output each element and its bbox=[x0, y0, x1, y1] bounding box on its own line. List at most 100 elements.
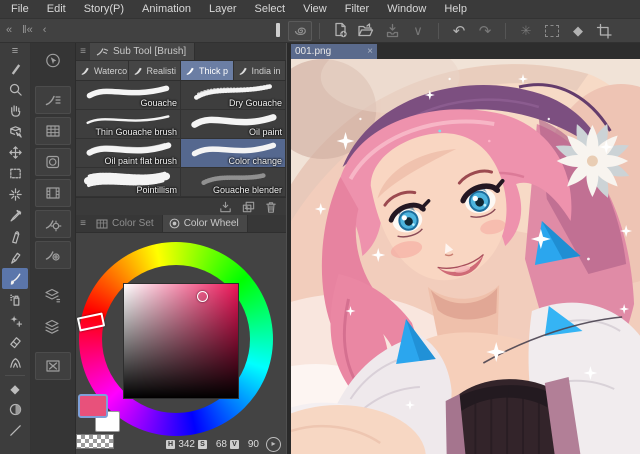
clear-button[interactable]: ✳ bbox=[513, 21, 539, 41]
saturation-value-square[interactable] bbox=[124, 284, 238, 398]
main-color-swatch[interactable] bbox=[78, 394, 108, 418]
brush-item-color-change[interactable]: Color change bbox=[181, 139, 286, 168]
menu-layer[interactable]: Layer bbox=[200, 2, 246, 16]
tool-fill[interactable]: ◆ bbox=[2, 378, 28, 399]
tool-property-panel-button[interactable] bbox=[35, 210, 71, 238]
undo-button[interactable]: ↶ bbox=[446, 21, 472, 41]
menu-file[interactable]: File bbox=[2, 2, 38, 16]
new-document-button[interactable] bbox=[327, 21, 353, 41]
redo-button[interactable]: ↷ bbox=[472, 21, 498, 41]
menu-edit[interactable]: Edit bbox=[38, 2, 75, 16]
collapse-panels-icon[interactable]: « bbox=[6, 25, 12, 36]
layers-panel-button[interactable] bbox=[35, 312, 71, 340]
sub-tool-panel-button[interactable] bbox=[35, 86, 71, 114]
toolbar-drag-handle[interactable] bbox=[276, 23, 280, 37]
color-set-panel-button[interactable] bbox=[35, 117, 71, 145]
menu-help[interactable]: Help bbox=[435, 2, 476, 16]
menu-filter[interactable]: Filter bbox=[336, 2, 378, 16]
tool-zoom[interactable] bbox=[2, 79, 28, 100]
sub-tool-panel: ≡ Sub Tool [Brush] Waterco Realisti bbox=[76, 43, 286, 215]
menu-window[interactable]: Window bbox=[378, 2, 435, 16]
brush-item-gouache[interactable]: Gouache bbox=[76, 81, 181, 110]
menu-view[interactable]: View bbox=[294, 2, 336, 16]
tool-airbrush[interactable] bbox=[2, 289, 28, 310]
tab-label: India in bbox=[252, 66, 281, 76]
tab-label: Color Set bbox=[112, 218, 154, 229]
film-strip-icon bbox=[44, 185, 62, 201]
collapse-arrow-icon[interactable]: ‹ bbox=[43, 25, 47, 36]
tool-decoration[interactable] bbox=[2, 310, 28, 331]
tool-divider bbox=[5, 375, 25, 376]
close-tab-icon[interactable]: × bbox=[367, 46, 373, 57]
import-sub-tool-icon[interactable] bbox=[218, 200, 233, 214]
deselect-button[interactable] bbox=[539, 21, 565, 41]
brush-item-gouache-blender[interactable]: Gouache blender bbox=[181, 168, 286, 197]
tool-brush[interactable] bbox=[2, 268, 28, 289]
delete-sub-tool-icon[interactable] bbox=[264, 200, 278, 214]
tool-auto-select[interactable] bbox=[2, 184, 28, 205]
tool-operation[interactable] bbox=[2, 58, 28, 79]
tool-palette-menu-icon[interactable]: ≡ bbox=[12, 44, 18, 58]
brush-group-tabs: Waterco Realisti Thick p India in bbox=[76, 61, 286, 81]
sv-cursor[interactable] bbox=[197, 291, 208, 302]
document-tab-bar: 001.png × bbox=[291, 43, 640, 59]
open-file-button[interactable] bbox=[353, 21, 379, 41]
canvas-viewport[interactable] bbox=[291, 59, 640, 454]
tool-eyedropper[interactable] bbox=[2, 205, 28, 226]
transparent-color-swatch[interactable] bbox=[76, 434, 114, 449]
save-button[interactable] bbox=[379, 21, 405, 41]
color-wheel-panel-button[interactable] bbox=[35, 148, 71, 176]
fill-command-button[interactable]: ◆ bbox=[565, 21, 591, 41]
brush-item-thin-gouache[interactable]: Thin Gouache brush bbox=[76, 110, 181, 139]
panel-menu-icon[interactable]: ≡ bbox=[76, 46, 90, 57]
tool-figure[interactable] bbox=[2, 420, 28, 441]
tab-india-ink[interactable]: India in bbox=[234, 61, 287, 80]
value-value: 90 bbox=[242, 439, 259, 450]
duplicate-sub-tool-icon[interactable] bbox=[241, 200, 256, 214]
tool-hand[interactable] bbox=[2, 100, 28, 121]
sub-tool-panel-tab[interactable]: Sub Tool [Brush] bbox=[90, 43, 195, 60]
brush-size-panel-button[interactable] bbox=[35, 241, 71, 269]
layer-property-panel-button[interactable] bbox=[35, 281, 71, 309]
blend-icon bbox=[8, 355, 23, 370]
tab-thick-paint[interactable]: Thick p bbox=[181, 61, 234, 80]
tab-realistic[interactable]: Realisti bbox=[129, 61, 182, 80]
document-tab[interactable]: 001.png × bbox=[291, 44, 377, 59]
tab-color-set[interactable]: Color Set bbox=[90, 215, 163, 232]
clip-studio-paint-window: File Edit Story(P) Animation Layer Selec… bbox=[0, 0, 640, 454]
quick-access-button[interactable] bbox=[35, 46, 71, 74]
circled-pointer-icon bbox=[44, 52, 62, 69]
menu-select[interactable]: Select bbox=[246, 2, 295, 16]
tool-blend[interactable] bbox=[2, 352, 28, 373]
tool-move-layer[interactable] bbox=[2, 142, 28, 163]
clip-studio-logo-button[interactable] bbox=[288, 21, 312, 41]
tool-gradient[interactable] bbox=[2, 399, 28, 420]
panel-menu-icon[interactable]: ≡ bbox=[76, 218, 90, 229]
hsv-mode-toggle-icon[interactable]: ▸ bbox=[266, 437, 281, 452]
brush-item-oil-paint-flat[interactable]: Oil paint flat brush bbox=[76, 139, 181, 168]
brush-item-dry-gouache[interactable]: Dry Gouache bbox=[181, 81, 286, 110]
save-icon bbox=[384, 23, 401, 38]
canvas-size-icon bbox=[596, 23, 612, 39]
tab-label: Thick p bbox=[199, 66, 228, 76]
tab-color-wheel[interactable]: Color Wheel bbox=[163, 215, 248, 232]
brush-item-pointillism[interactable]: Pointillism bbox=[76, 168, 181, 197]
timeline-panel-button[interactable] bbox=[35, 179, 71, 207]
tool-pencil[interactable] bbox=[2, 247, 28, 268]
save-dropdown-button[interactable]: ∨ bbox=[405, 21, 431, 41]
menu-animation[interactable]: Animation bbox=[133, 2, 200, 16]
tool-pen[interactable] bbox=[2, 226, 28, 247]
navigator-panel-button[interactable] bbox=[35, 352, 71, 380]
tool-object[interactable] bbox=[2, 121, 28, 142]
brush-lines-icon bbox=[44, 92, 62, 108]
menu-story[interactable]: Story(P) bbox=[75, 2, 133, 16]
tab-watercolor[interactable]: Waterco bbox=[76, 61, 129, 80]
brush-name: Oil paint flat brush bbox=[104, 156, 177, 166]
change-canvas-size-button[interactable] bbox=[591, 21, 617, 41]
tool-selection[interactable] bbox=[2, 163, 28, 184]
tool-eraser[interactable] bbox=[2, 331, 28, 352]
document-tab-label: 001.png bbox=[295, 46, 363, 57]
brush-item-oil-paint[interactable]: Oil paint bbox=[181, 110, 286, 139]
color-panel-header: ≡ Color Set Color Wheel bbox=[76, 215, 286, 233]
collapse-pair-icon[interactable]: ‖« bbox=[22, 25, 33, 36]
